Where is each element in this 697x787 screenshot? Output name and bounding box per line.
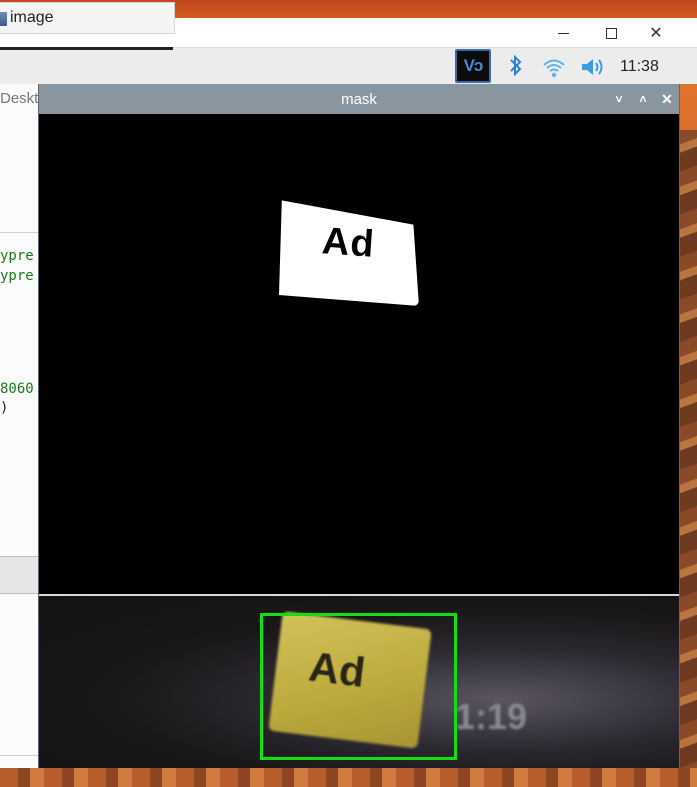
- divider: [0, 593, 40, 594]
- camera-time-text: 1:19: [455, 696, 528, 737]
- minimize-icon: [557, 32, 569, 34]
- desktop-wallpaper-bottom: [0, 768, 697, 787]
- maximize-button[interactable]: ˄: [635, 91, 651, 107]
- clock[interactable]: 11:38: [620, 58, 659, 76]
- bluetooth-glyph: [510, 54, 522, 77]
- taskbar-item-image[interactable]: image: [0, 2, 175, 34]
- code-line: ypre: [0, 268, 34, 284]
- divider: [0, 755, 40, 756]
- window-title: mask: [341, 91, 377, 108]
- maximize-button[interactable]: [589, 18, 633, 48]
- close-button[interactable]: ✕: [634, 18, 678, 48]
- detection-box: [260, 613, 457, 760]
- editor-toolbar-band: [0, 557, 40, 593]
- divider: [0, 232, 40, 233]
- minimize-button[interactable]: [541, 18, 585, 48]
- background-editor-window: [0, 84, 40, 768]
- window-icon: [0, 12, 7, 26]
- wifi-icon[interactable]: [541, 54, 567, 80]
- code-line: 8060: [0, 381, 34, 397]
- vnc-icon[interactable]: Vɔ: [455, 49, 491, 83]
- desktop-wallpaper-edge: [678, 130, 697, 787]
- vnc-label: Vɔ: [463, 56, 484, 75]
- code-line: ypre: [0, 248, 34, 264]
- maximize-icon: [605, 27, 617, 39]
- editor-tab-label[interactable]: Deskt: [0, 90, 38, 107]
- taskbar-item-label: image: [10, 9, 54, 26]
- volume-icon[interactable]: [579, 54, 607, 80]
- mask-window: mask ˅ ˄ ✕ Ad Ad 1:19: [38, 84, 680, 768]
- close-icon: ✕: [661, 91, 673, 107]
- mask-image: Ad: [39, 114, 679, 594]
- code-line: ): [0, 400, 9, 416]
- chevron-up-icon: ˄: [639, 92, 647, 106]
- minimize-button[interactable]: ˅: [611, 91, 627, 107]
- mask-blob-text: Ad: [320, 220, 377, 266]
- chevron-down-icon: ˅: [615, 92, 623, 106]
- close-button[interactable]: ✕: [659, 91, 675, 107]
- task-item-indicator: [0, 47, 173, 50]
- mask-titlebar[interactable]: mask ˅ ˄ ✕: [39, 84, 679, 114]
- bluetooth-icon[interactable]: [506, 52, 526, 80]
- close-icon: ✕: [649, 25, 663, 42]
- camera-frame: Ad 1:19: [39, 596, 679, 768]
